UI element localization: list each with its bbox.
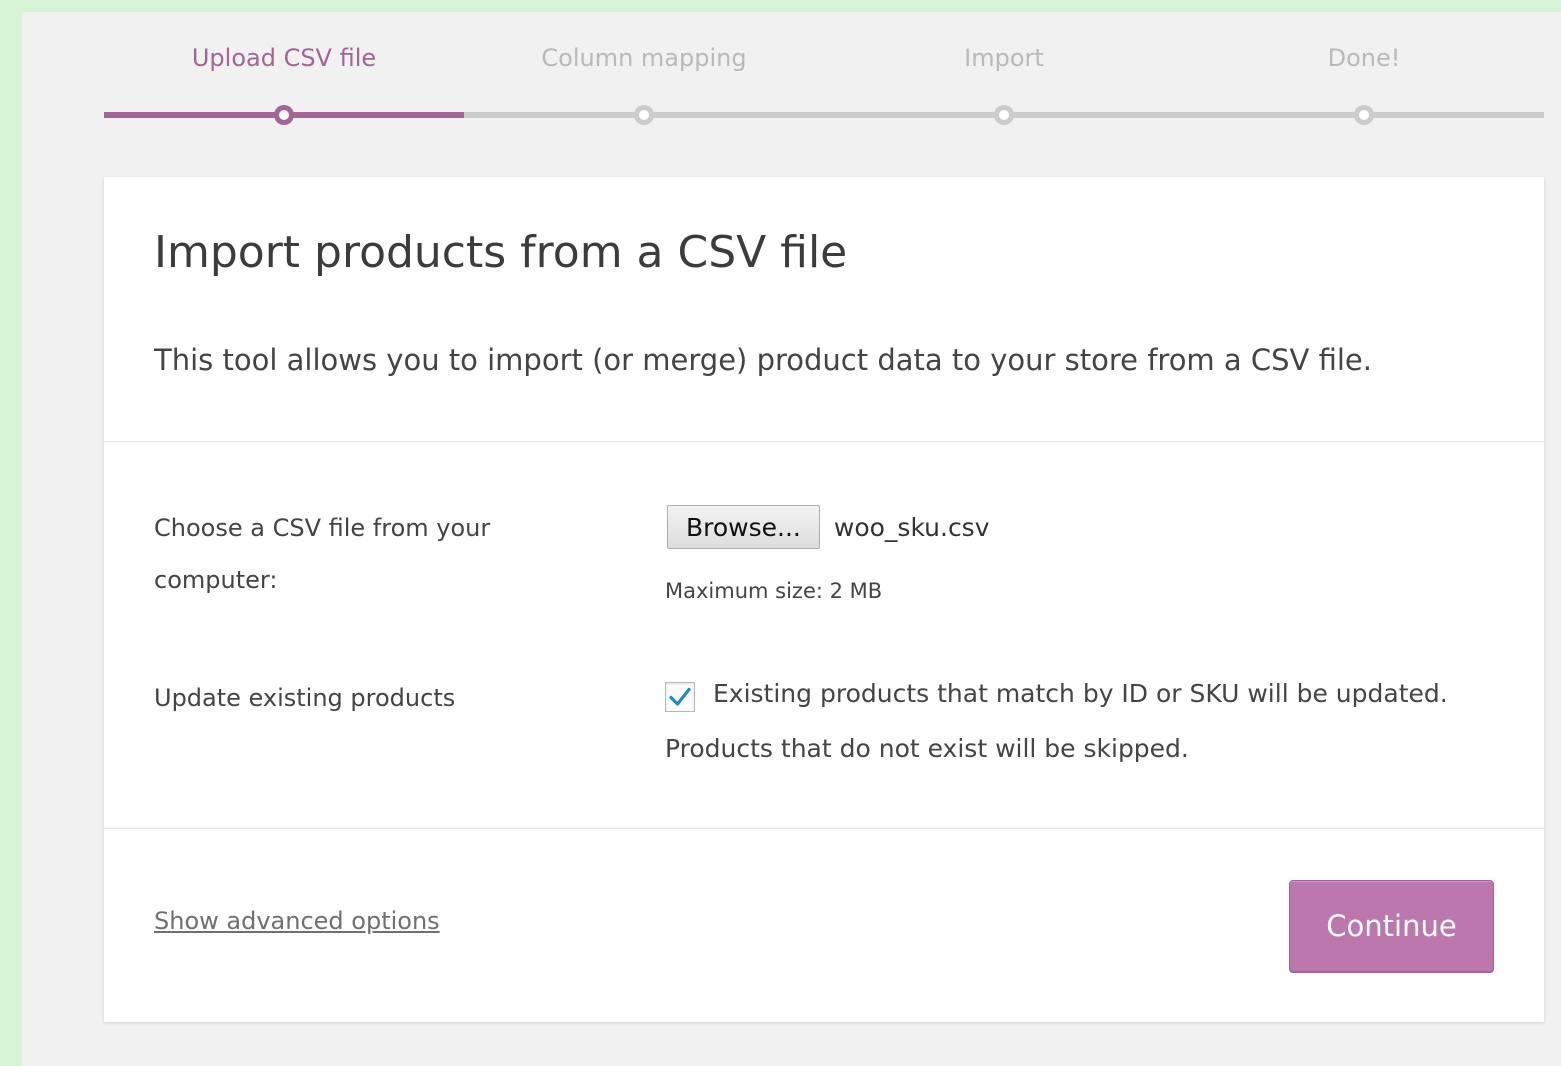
step-dot-icon <box>274 105 294 125</box>
step-label: Import <box>964 44 1044 72</box>
update-description-line: Existing products that match by ID or SK… <box>713 679 1448 708</box>
step-upload-csv: Upload CSV file <box>104 40 464 130</box>
page-title: Import products from a CSV file <box>154 227 848 278</box>
selected-file-name: woo_sku.csv <box>833 512 990 542</box>
page-description: This tool allows you to import (or merge… <box>154 343 1372 377</box>
progress-steps: Upload CSV file Column mapping Import Do… <box>104 40 1544 130</box>
step-label: Upload CSV file <box>191 44 377 72</box>
step-dot-icon <box>1354 105 1374 125</box>
show-advanced-options-link[interactable]: Show advanced options <box>154 907 440 935</box>
step-done: Done! <box>1184 40 1544 130</box>
max-size-note: Maximum size: 2 MB <box>665 579 883 603</box>
step-dot-icon <box>994 105 1014 125</box>
step-import: Import <box>824 40 1184 130</box>
step-label: Column mapping <box>541 44 747 72</box>
step-column-mapping: Column mapping <box>464 40 824 130</box>
update-existing-label: Update existing products <box>154 684 456 712</box>
card-header: Import products from a CSV file This too… <box>104 177 1544 442</box>
step-dot-icon <box>634 105 654 125</box>
file-upload-field: Browse... woo_sku.csv <box>667 505 990 549</box>
import-card: Import products from a CSV file This too… <box>104 177 1544 1022</box>
step-label: Done! <box>1327 44 1401 72</box>
update-existing-description: Existing products that match by ID or SK… <box>665 666 1485 776</box>
card-footer: Show advanced options Continue <box>104 829 1544 1022</box>
import-form: Choose a CSV file from your computer: Br… <box>104 442 1544 829</box>
file-upload-label: Choose a CSV file from your computer: <box>154 514 491 594</box>
update-description-line: Products that do not exist will be skipp… <box>665 734 1189 763</box>
browse-button[interactable]: Browse... <box>667 505 820 549</box>
continue-button[interactable]: Continue <box>1289 880 1494 972</box>
